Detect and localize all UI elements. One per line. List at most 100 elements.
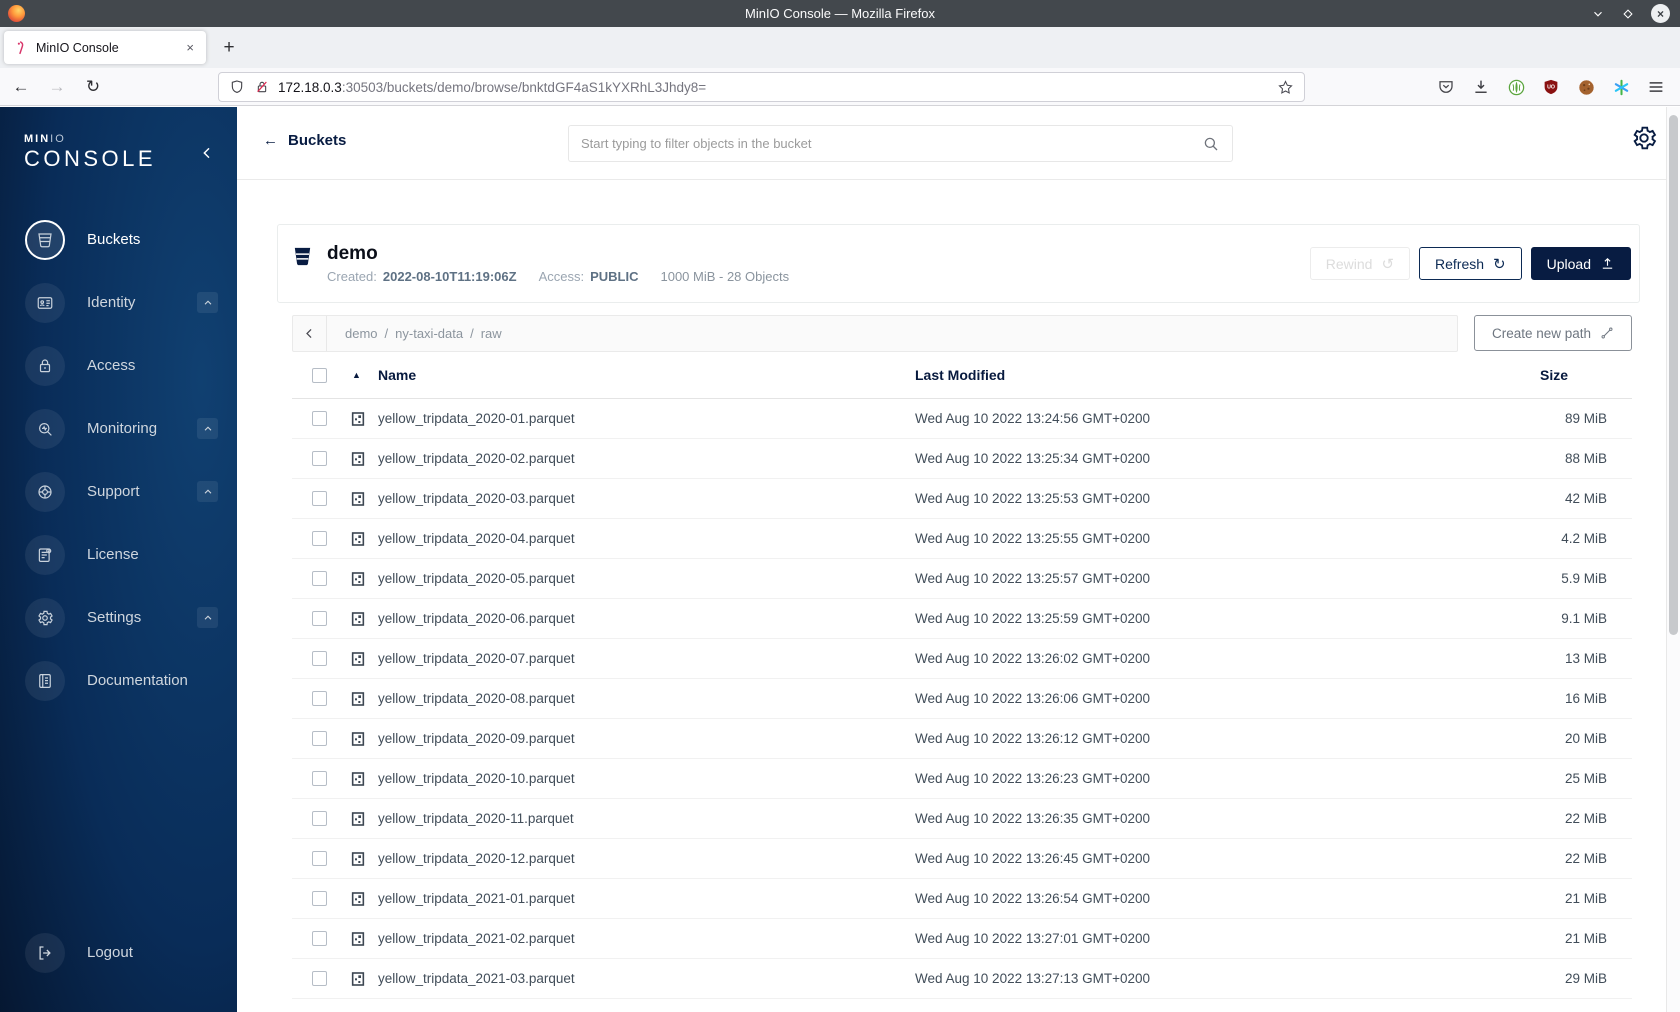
url-text[interactable]: 172.18.0.3:30503/buckets/demo/browse/bnk… bbox=[278, 80, 1277, 95]
shield-permissions-icon[interactable] bbox=[229, 79, 245, 95]
object-name[interactable]: yellow_tripdata_2020-01.parquet bbox=[378, 411, 915, 426]
pocket-icon[interactable] bbox=[1436, 77, 1456, 97]
column-header-last-modified[interactable]: Last Modified bbox=[915, 367, 1540, 383]
object-name[interactable]: yellow_tripdata_2020-11.parquet bbox=[378, 811, 915, 826]
sort-asc-icon[interactable]: ▲ bbox=[352, 370, 378, 380]
console-settings-gear-icon[interactable] bbox=[1630, 124, 1658, 152]
asterisk-extension-icon[interactable] bbox=[1611, 77, 1631, 97]
bookmark-star-icon[interactable] bbox=[1277, 79, 1294, 96]
row-checkbox[interactable] bbox=[312, 651, 327, 666]
downloads-icon[interactable] bbox=[1471, 77, 1491, 97]
row-checkbox[interactable] bbox=[312, 731, 327, 746]
row-checkbox[interactable] bbox=[312, 451, 327, 466]
object-name[interactable]: yellow_tripdata_2020-07.parquet bbox=[378, 651, 915, 666]
table-row[interactable]: yellow_tripdata_2021-02.parquet Wed Aug … bbox=[292, 919, 1632, 959]
scrollbar-thumb[interactable] bbox=[1669, 115, 1678, 635]
table-row[interactable]: yellow_tripdata_2021-01.parquet Wed Aug … bbox=[292, 879, 1632, 919]
window-close-button[interactable]: × bbox=[1651, 4, 1670, 23]
path-back-button[interactable] bbox=[293, 316, 327, 351]
sidebar-item-monitoring[interactable]: Monitoring bbox=[0, 397, 237, 460]
back-button[interactable]: ← bbox=[6, 72, 36, 102]
tab-close-icon[interactable]: × bbox=[182, 40, 198, 55]
table-row[interactable]: yellow_tripdata_2020-05.parquet Wed Aug … bbox=[292, 559, 1632, 599]
privacy-badger-icon[interactable] bbox=[1506, 77, 1526, 97]
row-checkbox[interactable] bbox=[312, 971, 327, 986]
page-scrollbar[interactable] bbox=[1666, 107, 1680, 1012]
sidebar-collapse-button[interactable] bbox=[199, 145, 215, 161]
table-row[interactable]: yellow_tripdata_2020-09.parquet Wed Aug … bbox=[292, 719, 1632, 759]
object-name[interactable]: yellow_tripdata_2020-12.parquet bbox=[378, 851, 915, 866]
row-checkbox[interactable] bbox=[312, 891, 327, 906]
breadcrumb-segment[interactable]: ny-taxi-data bbox=[395, 326, 463, 341]
sidebar-item-support[interactable]: Support bbox=[0, 460, 237, 523]
object-name[interactable]: yellow_tripdata_2020-09.parquet bbox=[378, 731, 915, 746]
object-name[interactable]: yellow_tripdata_2020-04.parquet bbox=[378, 531, 915, 546]
row-checkbox[interactable] bbox=[312, 691, 327, 706]
new-tab-button[interactable]: + bbox=[214, 33, 244, 63]
insecure-lock-icon[interactable] bbox=[254, 79, 270, 95]
sidebar-item-logout[interactable]: Logout bbox=[0, 921, 237, 984]
table-row[interactable]: yellow_tripdata_2020-04.parquet Wed Aug … bbox=[292, 519, 1632, 559]
column-header-name[interactable]: Name bbox=[378, 367, 915, 383]
row-checkbox[interactable] bbox=[312, 611, 327, 626]
column-header-size[interactable]: Size bbox=[1540, 367, 1632, 383]
table-row[interactable]: yellow_tripdata_2020-11.parquet Wed Aug … bbox=[292, 799, 1632, 839]
row-checkbox[interactable] bbox=[312, 851, 327, 866]
table-row[interactable]: yellow_tripdata_2020-06.parquet Wed Aug … bbox=[292, 599, 1632, 639]
reload-button[interactable]: ↻ bbox=[78, 72, 108, 102]
row-checkbox[interactable] bbox=[312, 411, 327, 426]
chevron-up-icon[interactable] bbox=[197, 607, 218, 628]
sidebar-item-documentation[interactable]: Documentation bbox=[0, 649, 237, 712]
chevron-up-icon[interactable] bbox=[197, 292, 218, 313]
search-input[interactable] bbox=[581, 136, 1202, 151]
sidebar-item-identity[interactable]: Identity bbox=[0, 271, 237, 334]
breadcrumb-segment[interactable]: raw bbox=[481, 326, 502, 341]
row-checkbox[interactable] bbox=[312, 491, 327, 506]
object-name[interactable]: yellow_tripdata_2020-10.parquet bbox=[378, 771, 915, 786]
browser-tab[interactable]: MinIO Console × bbox=[4, 31, 206, 64]
created-label: Created: bbox=[327, 269, 377, 284]
window-maximize-button[interactable] bbox=[1621, 7, 1635, 21]
object-name[interactable]: yellow_tripdata_2020-03.parquet bbox=[378, 491, 915, 506]
cookie-extension-icon[interactable] bbox=[1576, 77, 1596, 97]
object-name[interactable]: yellow_tripdata_2021-01.parquet bbox=[378, 891, 915, 906]
refresh-button[interactable]: Refresh ↻ bbox=[1419, 247, 1522, 280]
window-minimize-button[interactable] bbox=[1591, 7, 1605, 21]
object-name[interactable]: yellow_tripdata_2021-03.parquet bbox=[378, 971, 915, 986]
object-name[interactable]: yellow_tripdata_2020-08.parquet bbox=[378, 691, 915, 706]
row-checkbox[interactable] bbox=[312, 531, 327, 546]
table-row[interactable]: yellow_tripdata_2020-01.parquet Wed Aug … bbox=[292, 399, 1632, 439]
breadcrumb-segment[interactable]: demo bbox=[345, 326, 378, 341]
object-name[interactable]: yellow_tripdata_2020-05.parquet bbox=[378, 571, 915, 586]
chevron-up-icon[interactable] bbox=[197, 481, 218, 502]
select-all-checkbox[interactable] bbox=[312, 367, 327, 383]
row-checkbox[interactable] bbox=[312, 571, 327, 586]
table-row[interactable]: yellow_tripdata_2021-03.parquet Wed Aug … bbox=[292, 959, 1632, 999]
sidebar-item-settings[interactable]: Settings bbox=[0, 586, 237, 649]
forward-button[interactable]: → bbox=[42, 72, 72, 102]
back-to-buckets-link[interactable]: ← Buckets bbox=[263, 132, 346, 149]
table-row[interactable]: yellow_tripdata_2020-08.parquet Wed Aug … bbox=[292, 679, 1632, 719]
table-row[interactable]: yellow_tripdata_2020-10.parquet Wed Aug … bbox=[292, 759, 1632, 799]
upload-button[interactable]: Upload bbox=[1530, 247, 1631, 280]
row-checkbox[interactable] bbox=[312, 811, 327, 826]
url-bar[interactable]: 172.18.0.3:30503/buckets/demo/browse/bnk… bbox=[218, 72, 1305, 102]
chevron-up-icon[interactable] bbox=[197, 418, 218, 439]
table-row[interactable]: yellow_tripdata_2020-03.parquet Wed Aug … bbox=[292, 479, 1632, 519]
sidebar-item-access[interactable]: Access bbox=[0, 334, 237, 397]
row-checkbox[interactable] bbox=[312, 771, 327, 786]
object-name[interactable]: yellow_tripdata_2020-06.parquet bbox=[378, 611, 915, 626]
table-row[interactable]: yellow_tripdata_2020-07.parquet Wed Aug … bbox=[292, 639, 1632, 679]
table-row[interactable]: yellow_tripdata_2020-12.parquet Wed Aug … bbox=[292, 839, 1632, 879]
back-arrow-icon: ← bbox=[263, 132, 278, 149]
ublock-origin-icon[interactable]: UO bbox=[1541, 77, 1561, 97]
object-name[interactable]: yellow_tripdata_2021-02.parquet bbox=[378, 931, 915, 946]
object-name[interactable]: yellow_tripdata_2020-02.parquet bbox=[378, 451, 915, 466]
row-checkbox[interactable] bbox=[312, 931, 327, 946]
sidebar-item-buckets[interactable]: Buckets bbox=[0, 208, 237, 271]
create-new-path-button[interactable]: Create new path bbox=[1474, 315, 1632, 351]
table-row[interactable]: yellow_tripdata_2020-02.parquet Wed Aug … bbox=[292, 439, 1632, 479]
rewind-button[interactable]: Rewind ↺ bbox=[1309, 247, 1411, 280]
menu-hamburger-icon[interactable] bbox=[1646, 77, 1666, 97]
sidebar-item-license[interactable]: License bbox=[0, 523, 237, 586]
